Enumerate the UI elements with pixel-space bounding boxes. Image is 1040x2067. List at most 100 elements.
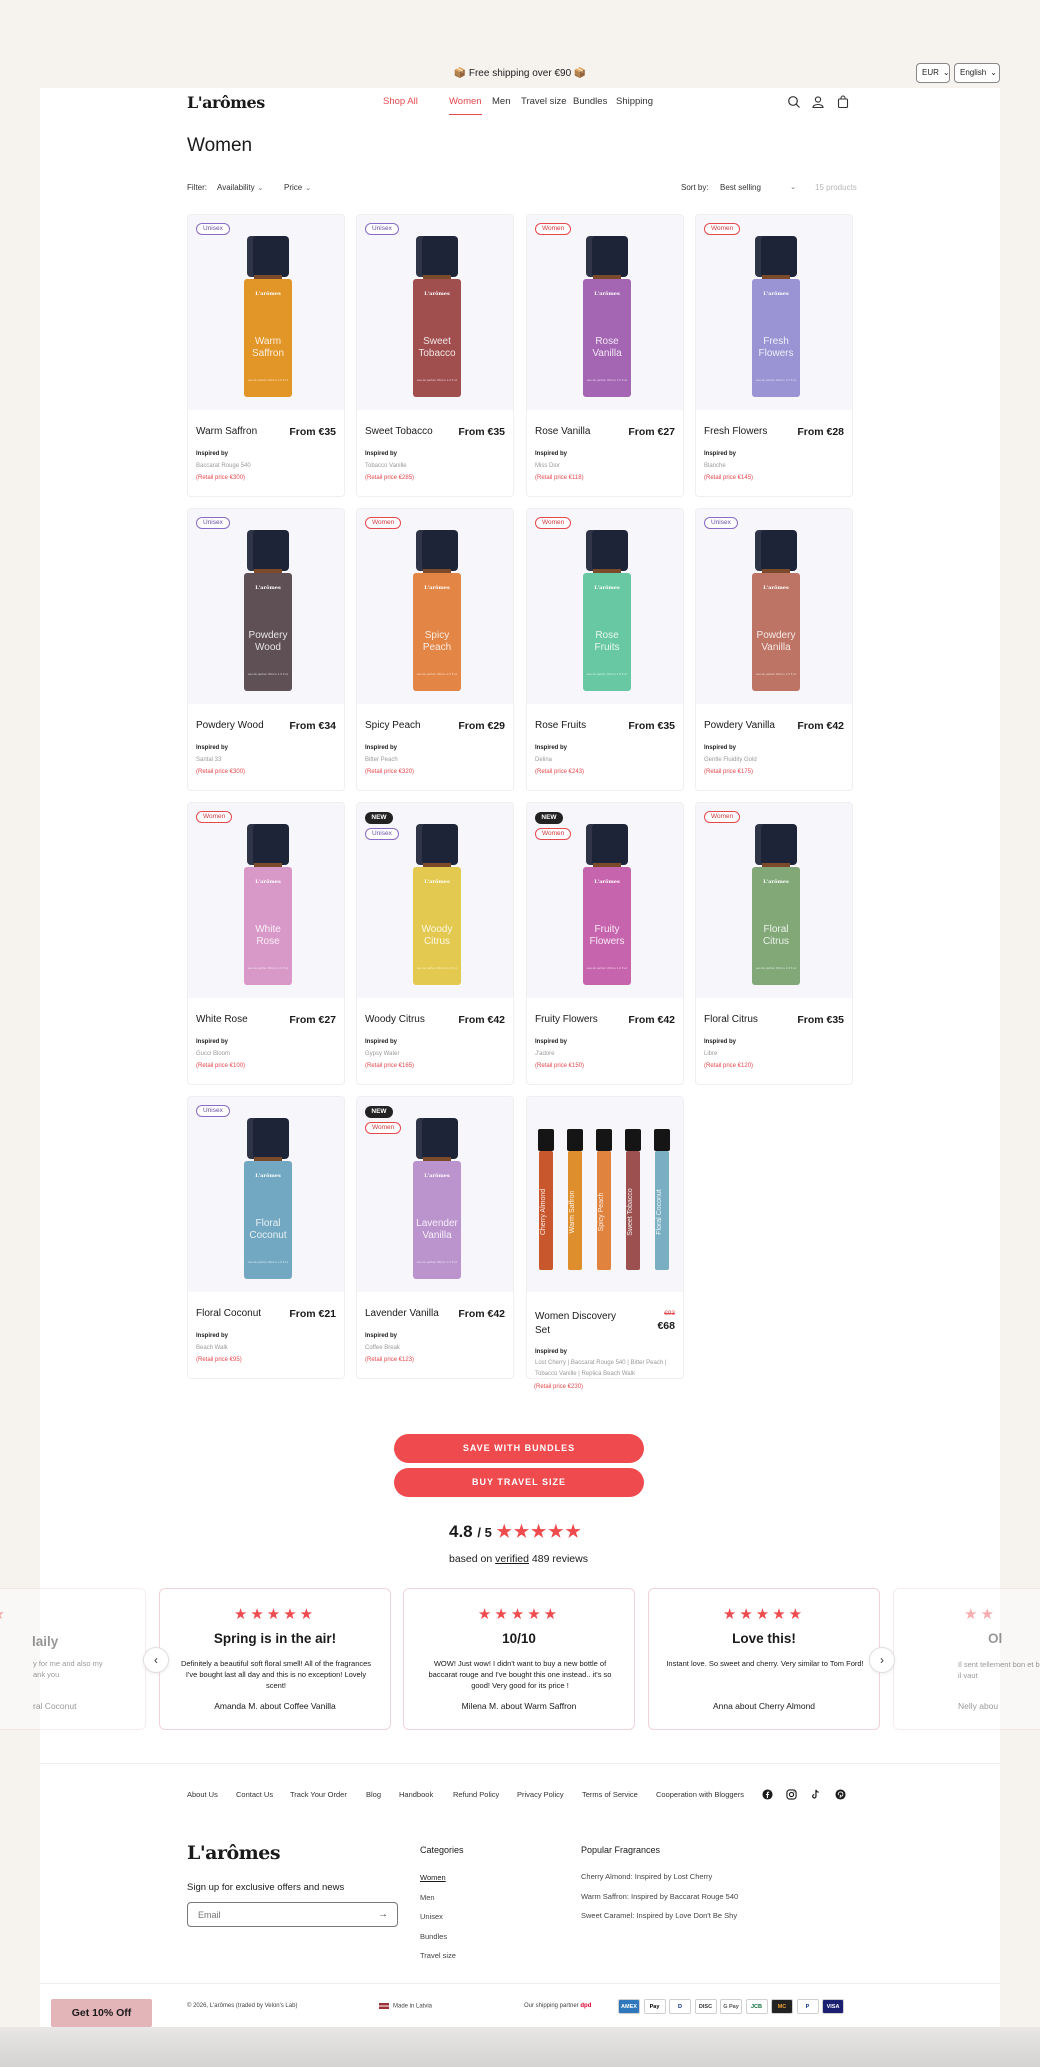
product-card[interactable]: Unisex L'arômes Warm Saffron eau de parfu… [187,214,345,497]
inspired-label: Inspired by [365,451,398,457]
instagram-icon[interactable] [786,1789,797,1800]
product-card[interactable]: NEW Women L'arômes Fruity Flowers eau de … [526,802,684,1085]
category-link[interactable]: Women [420,1873,446,1882]
nav-shop-all[interactable]: Shop All [383,96,418,107]
new-badge: NEW [535,812,563,824]
mini-bottle-cap [625,1129,641,1151]
footer-link[interactable]: Cooperation with Bloggers [656,1790,744,1799]
footer-link[interactable]: About Us [187,1790,218,1799]
footer-logo[interactable]: L'arômes [187,1842,281,1864]
product-card[interactable]: NEW Unisex L'arômes Woody Citrus eau de p… [356,802,514,1085]
popular-fragrance-link[interactable]: Cherry Almond: Inspired by Lost Cherry [581,1872,712,1881]
footer-link[interactable]: Contact Us [236,1790,273,1799]
get-10-off-button[interactable]: Get 10% Off [51,1999,152,2027]
reviews-next-button[interactable]: › [869,1647,895,1673]
review-author: ral Coconut [33,1701,77,1711]
review-stars: ★★ [964,1606,997,1623]
bottle-body: L'arômes Fresh Flowers eau de parfum 30ml… [752,279,800,397]
footer-link[interactable]: Track Your Order [290,1790,347,1799]
inspired-label: Inspired by [196,1333,229,1339]
popular-fragrance-link[interactable]: Warm Saffron: Inspired by Baccarat Rouge… [581,1892,738,1901]
category-badge: Unisex [196,223,230,235]
product-image: Unisex L'arômes Powdery Vanilla eau de pa… [696,509,852,704]
product-card[interactable]: Women L'arômes Rose Vanilla eau de parfum… [526,214,684,497]
product-price: From €35 [628,720,675,732]
bottle-label-line2: Flowers [758,348,794,359]
footer-link[interactable]: Refund Policy [453,1790,499,1799]
nav-women[interactable]: Women [449,96,482,115]
category-link[interactable]: Unisex [420,1912,443,1921]
diners-icon: D [669,1999,691,2014]
footer-link[interactable]: Blog [366,1790,381,1799]
pinterest-icon[interactable] [835,1789,846,1800]
nav-travel-size[interactable]: Travel size [521,96,567,107]
footer-link[interactable]: Handbook [399,1790,433,1799]
product-price: From €35 [458,426,505,438]
review-card-partial-left: ★★ laily y for me and also my ank you ra… [0,1588,146,1730]
price-filter[interactable]: Price ⌄ [284,183,311,192]
filter-label: Filter: [187,183,207,192]
bottle-body: L'arômes Fruity Flowers eau de parfum 30m… [583,867,631,985]
facebook-icon[interactable] [762,1789,773,1800]
product-card[interactable]: Women L'arômes Spicy Peach eau de parfum … [356,508,514,791]
signup-text: Sign up for exclusive offers and news [187,1882,345,1893]
product-card[interactable]: Women L'arômes Fresh Flowers eau de parfu… [695,214,853,497]
bottle-cap [416,1118,458,1159]
product-card[interactable]: Unisex L'arômes Powdery Vanilla eau de pa… [695,508,853,791]
bottle-label-line2: Fruits [594,642,620,653]
availability-filter[interactable]: Availability ⌄ [217,183,264,192]
search-icon[interactable] [787,95,801,109]
nav-bundles[interactable]: Bundles [573,96,607,107]
product-card-discovery-set[interactable]: Cherry Almond Warm Saffron Spicy Peach S… [526,1096,684,1379]
category-link[interactable]: Men [420,1893,435,1902]
rating-summary: 4.8 / 5 ★★★★★ [449,1522,583,1542]
product-card[interactable]: NEW Women L'arômes Lavender Vanilla eau d… [356,1096,514,1379]
cart-icon[interactable] [836,95,850,109]
footer-link[interactable]: Terms of Service [582,1790,638,1799]
product-card[interactable]: Unisex L'arômes Floral Coconut eau de par… [187,1096,345,1379]
product-card[interactable]: Unisex L'arômes Powdery Wood eau de parfu… [187,508,345,791]
save-with-bundles-button[interactable]: SAVE WITH BUNDLES [394,1434,644,1463]
footer-link[interactable]: Privacy Policy [517,1790,564,1799]
mini-bottle-cap [567,1129,583,1151]
nav-shipping[interactable]: Shipping [616,96,653,107]
verified-link[interactable]: verified [495,1553,529,1565]
bottle-cap [247,530,289,571]
product-card[interactable]: Women L'arômes White Rose eau de parfum 3… [187,802,345,1085]
sort-select[interactable]: Best selling ⌄ [720,183,796,192]
jcb-icon: JCB [745,1999,768,2014]
product-image: Women L'arômes Floral Citrus eau de parfu… [696,803,852,998]
bottle-fine-print: eau de parfum 30ml e 1.0 fl oz [586,966,628,970]
product-name: Rose Vanilla [535,426,591,437]
category-badge: Women [704,811,741,823]
product-card[interactable]: Women L'arômes Rose Fruits eau de parfum … [526,508,684,791]
bottle-fine-print: eau de parfum 30ml e 1.0 fl oz [416,966,458,970]
inspired-original: J'adore [535,1051,555,1057]
tiktok-icon[interactable] [810,1789,821,1800]
bottle-brand: L'arômes [424,1173,450,1179]
product-image: Women L'arômes Rose Fruits eau de parfum … [527,509,683,704]
product-card[interactable]: Women L'arômes Floral Citrus eau de parfu… [695,802,853,1085]
reviews-prev-button[interactable]: ‹ [143,1647,169,1673]
retail-price: (Retail price €120) [704,1063,754,1069]
review-title: Spring is in the air! [213,1631,337,1646]
product-card[interactable]: Unisex L'arômes Sweet Tobacco eau de parf… [356,214,514,497]
account-icon[interactable] [811,95,825,109]
language-selector[interactable]: English ⌄ [954,63,1000,83]
bottle-body: L'arômes Sweet Tobacco eau de parfum 30ml… [413,279,461,397]
email-input[interactable] [187,1902,398,1927]
inspired-label: Inspired by [535,1039,568,1045]
arrow-right-icon[interactable]: → [378,1902,388,1927]
logo[interactable]: L'arômes [187,93,265,112]
nav-men[interactable]: Men [492,96,510,107]
popular-fragrance-link[interactable]: Sweet Caramel: Inspired by Love Don't Be… [581,1911,737,1920]
category-link[interactable]: Bundles [420,1932,447,1941]
bottle-label: Fruity Flowers [583,924,631,948]
category-link[interactable]: Travel size [420,1951,456,1960]
buy-travel-size-button[interactable]: BUY TRAVEL SIZE [394,1468,644,1497]
bottle-cap [416,236,458,277]
bottle-fine-print: eau de parfum 30ml e 1.0 fl oz [247,672,289,676]
chevron-left-icon: ‹ [154,1653,158,1667]
currency-selector[interactable]: EUR ⌄ [916,63,950,83]
rating-score: 4.8 [449,1522,473,1541]
